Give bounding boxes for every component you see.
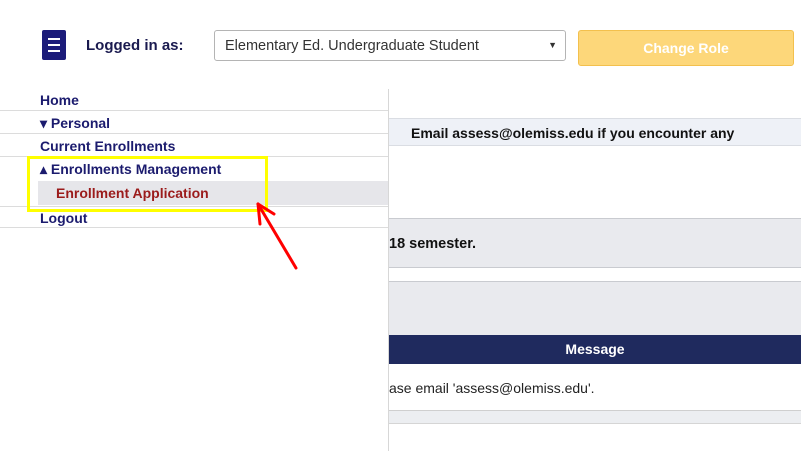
sidebar-item-home[interactable]: Home — [0, 89, 388, 111]
sidebar-nav: Home ▾ Personal Current Enrollments ▴ En… — [0, 89, 389, 451]
email-notice: Email assess@olemiss.edu if you encounte… — [389, 118, 801, 146]
sidebar-item-enrollments-management[interactable]: ▴ Enrollments Management — [0, 158, 388, 180]
hamburger-menu-icon[interactable] — [42, 30, 66, 60]
table-row: ase email 'assess@olemiss.edu'. — [389, 364, 801, 411]
table-header-message: Message — [389, 335, 801, 364]
change-role-button[interactable]: Change Role — [578, 30, 794, 66]
app-window: Logged in as: Elementary Ed. Undergradua… — [0, 0, 801, 451]
sidebar-item-logout[interactable]: Logout — [0, 206, 388, 228]
logged-in-label: Logged in as: — [86, 37, 184, 54]
role-select[interactable]: Elementary Ed. Undergraduate Student ▼ — [214, 30, 566, 61]
section-panel — [389, 281, 801, 335]
sidebar-item-personal[interactable]: ▾ Personal — [0, 112, 388, 134]
chevron-down-icon: ▼ — [548, 40, 557, 50]
semester-notice: 18 semester. — [389, 218, 801, 268]
table-footer — [389, 411, 801, 424]
sidebar-item-current-enrollments[interactable]: Current Enrollments — [0, 135, 388, 157]
role-select-value: Elementary Ed. Undergraduate Student — [225, 38, 479, 54]
sidebar-item-enrollment-application[interactable]: Enrollment Application — [38, 181, 388, 205]
